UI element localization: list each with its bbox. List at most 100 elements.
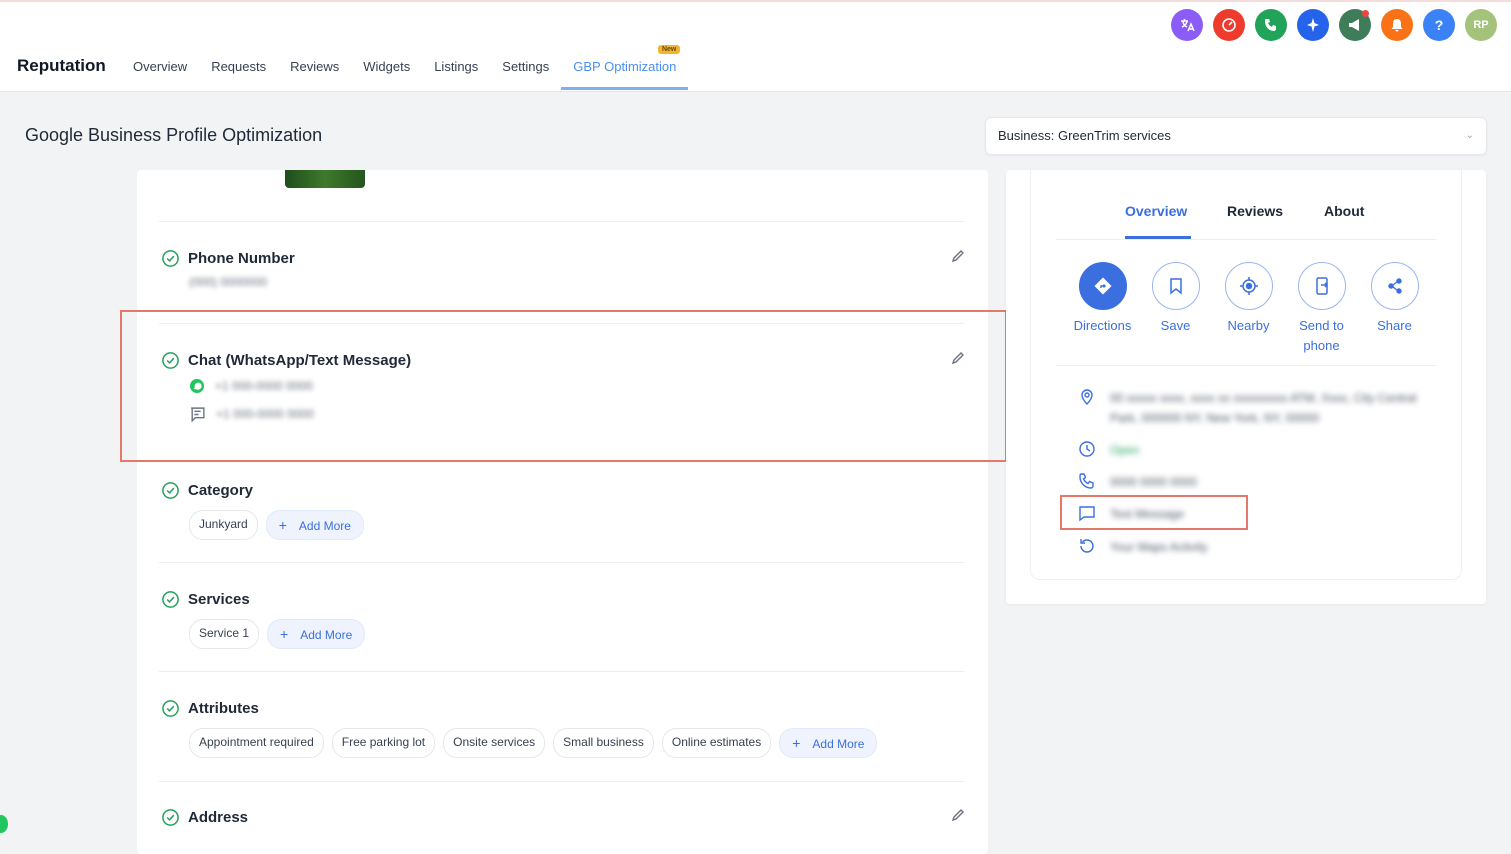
- maps-activity-info-row[interactable]: Your Maps Activity: [1078, 537, 1428, 557]
- attributes-section: Attributes Appointment required Free par…: [161, 698, 966, 758]
- phone-icon[interactable]: [1255, 9, 1287, 41]
- service-chip[interactable]: Service 1: [189, 619, 260, 649]
- nav-gbp-optimization[interactable]: GBP Optimization New: [561, 45, 689, 90]
- share-button[interactable]: Share: [1358, 262, 1431, 356]
- attribute-chip[interactable]: Onsite services: [443, 728, 546, 758]
- action-label: Send to phone: [1299, 318, 1344, 353]
- send-to-phone-icon: [1297, 262, 1346, 310]
- check-circle-icon: [162, 699, 179, 717]
- nav-requests[interactable]: Requests: [199, 46, 278, 90]
- business-select-value: Business: GreenTrim services: [998, 128, 1171, 143]
- divider: [159, 221, 964, 222]
- preview-phone: 0000 0000 0000: [1110, 475, 1197, 489]
- highlight-box-chat: [120, 310, 1007, 462]
- action-label: Share: [1377, 318, 1412, 333]
- help-glyph: ?: [1434, 17, 1444, 33]
- speedometer-icon[interactable]: [1213, 9, 1245, 41]
- add-more-label: Add More: [812, 737, 865, 751]
- add-more-label: Add More: [298, 519, 351, 533]
- category-section: Category Junkyard + Add More: [161, 480, 966, 540]
- divider: [159, 671, 964, 672]
- floating-indicator[interactable]: [0, 815, 8, 833]
- plus-icon: +: [792, 735, 801, 751]
- services-section: Services Service 1 + Add More: [161, 589, 966, 649]
- top-bar: Reputation Overview Requests Reviews Wid…: [0, 0, 1511, 92]
- add-more-label: Add More: [300, 628, 353, 642]
- preview-address: 00 xxxxx xxxx, xxxx xx xxxxxxxxx ATM, Xx…: [1110, 391, 1417, 425]
- divider: [159, 781, 964, 782]
- business-select[interactable]: Business: GreenTrim services ⌄: [985, 117, 1487, 155]
- new-badge: New: [657, 45, 681, 54]
- nav-widgets[interactable]: Widgets: [351, 46, 422, 90]
- category-chip[interactable]: Junkyard: [189, 510, 258, 540]
- avatar-initials: RP: [1473, 19, 1489, 31]
- action-label: Directions: [1073, 318, 1132, 333]
- action-label: Save: [1160, 318, 1191, 333]
- preview-actions: Directions Save Nearby Send to phone Sha…: [1066, 262, 1431, 356]
- nearby-icon: [1224, 262, 1273, 310]
- main-nav: Overview Requests Reviews Widgets Listin…: [121, 45, 689, 90]
- megaphone-icon[interactable]: [1339, 9, 1371, 41]
- help-icon[interactable]: ?: [1423, 9, 1455, 41]
- preview-maps-activity: Your Maps Activity: [1110, 540, 1208, 554]
- section-title: Phone Number: [188, 249, 295, 267]
- attribute-chip[interactable]: Small business: [553, 728, 654, 758]
- section-title: Services: [188, 590, 250, 608]
- directions-icon: [1078, 262, 1127, 310]
- notification-dot: [1362, 10, 1369, 17]
- nav-reviews[interactable]: Reviews: [278, 46, 351, 90]
- section-title: Attributes: [188, 699, 259, 717]
- app-title: Reputation: [17, 56, 106, 75]
- attribute-chip[interactable]: Online estimates: [661, 728, 772, 758]
- nav-gbp-label: GBP Optimization: [573, 59, 677, 74]
- nearby-button[interactable]: Nearby: [1212, 262, 1285, 356]
- add-more-button[interactable]: + Add More: [265, 510, 364, 540]
- plus-icon: +: [278, 517, 287, 533]
- send-to-phone-button[interactable]: Send to phone: [1285, 262, 1358, 356]
- profile-preview-panel: Overview Reviews About Directions Save N…: [1006, 170, 1486, 604]
- location-pin-icon: [1081, 389, 1093, 405]
- divider: [1056, 365, 1436, 366]
- history-icon: [1080, 539, 1094, 553]
- section-title: Address: [188, 808, 249, 826]
- directions-button[interactable]: Directions: [1066, 262, 1139, 356]
- preview-hours: Open: [1110, 443, 1140, 457]
- plus-icon: +: [280, 626, 289, 642]
- hours-info-row[interactable]: Open: [1078, 440, 1428, 460]
- sparkle-icon[interactable]: [1297, 9, 1329, 41]
- tab-reviews[interactable]: Reviews: [1227, 203, 1283, 219]
- profile-card: Phone Number (000) 0000000 Chat (WhatsAp…: [137, 170, 988, 854]
- nav-overview[interactable]: Overview: [121, 46, 199, 90]
- address-section: Address: [161, 807, 966, 827]
- nav-settings[interactable]: Settings: [490, 46, 561, 90]
- preview-tabs: Overview Reviews About: [1056, 200, 1436, 240]
- tab-about[interactable]: About: [1324, 203, 1364, 219]
- bookmark-icon: [1151, 262, 1200, 310]
- action-label: Nearby: [1227, 318, 1270, 333]
- add-more-button[interactable]: + Add More: [267, 619, 366, 649]
- tab-overview[interactable]: Overview: [1125, 203, 1187, 219]
- top-accent-line: [0, 0, 1511, 2]
- avatar[interactable]: RP: [1465, 9, 1497, 41]
- check-circle-icon: [162, 808, 179, 826]
- phone-info-row[interactable]: 0000 0000 0000: [1078, 472, 1428, 492]
- add-more-button[interactable]: + Add More: [779, 728, 878, 758]
- highlight-box-text-message: [1060, 495, 1248, 530]
- attribute-chip[interactable]: Free parking lot: [331, 728, 436, 758]
- edit-pencil-icon[interactable]: [950, 807, 966, 823]
- nav-listings[interactable]: Listings: [422, 46, 490, 90]
- header-icons: ? RP: [1171, 9, 1497, 41]
- share-icon: [1370, 262, 1419, 310]
- phone-value: (000) 0000000: [189, 275, 268, 289]
- translate-icon[interactable]: [1171, 9, 1203, 41]
- section-title: Category: [188, 481, 254, 499]
- address-info-row[interactable]: 00 xxxxx xxxx, xxxx xx xxxxxxxxx ATM, Xx…: [1078, 388, 1428, 428]
- phone-section: Phone Number (000) 0000000: [161, 248, 966, 296]
- divider: [159, 562, 964, 563]
- attribute-chip[interactable]: Appointment required: [189, 728, 324, 758]
- bell-icon[interactable]: [1381, 9, 1413, 41]
- cover-photo-thumbnail: [285, 170, 365, 188]
- save-button[interactable]: Save: [1139, 262, 1212, 356]
- active-tab-indicator: [1125, 236, 1191, 239]
- edit-pencil-icon[interactable]: [950, 248, 966, 264]
